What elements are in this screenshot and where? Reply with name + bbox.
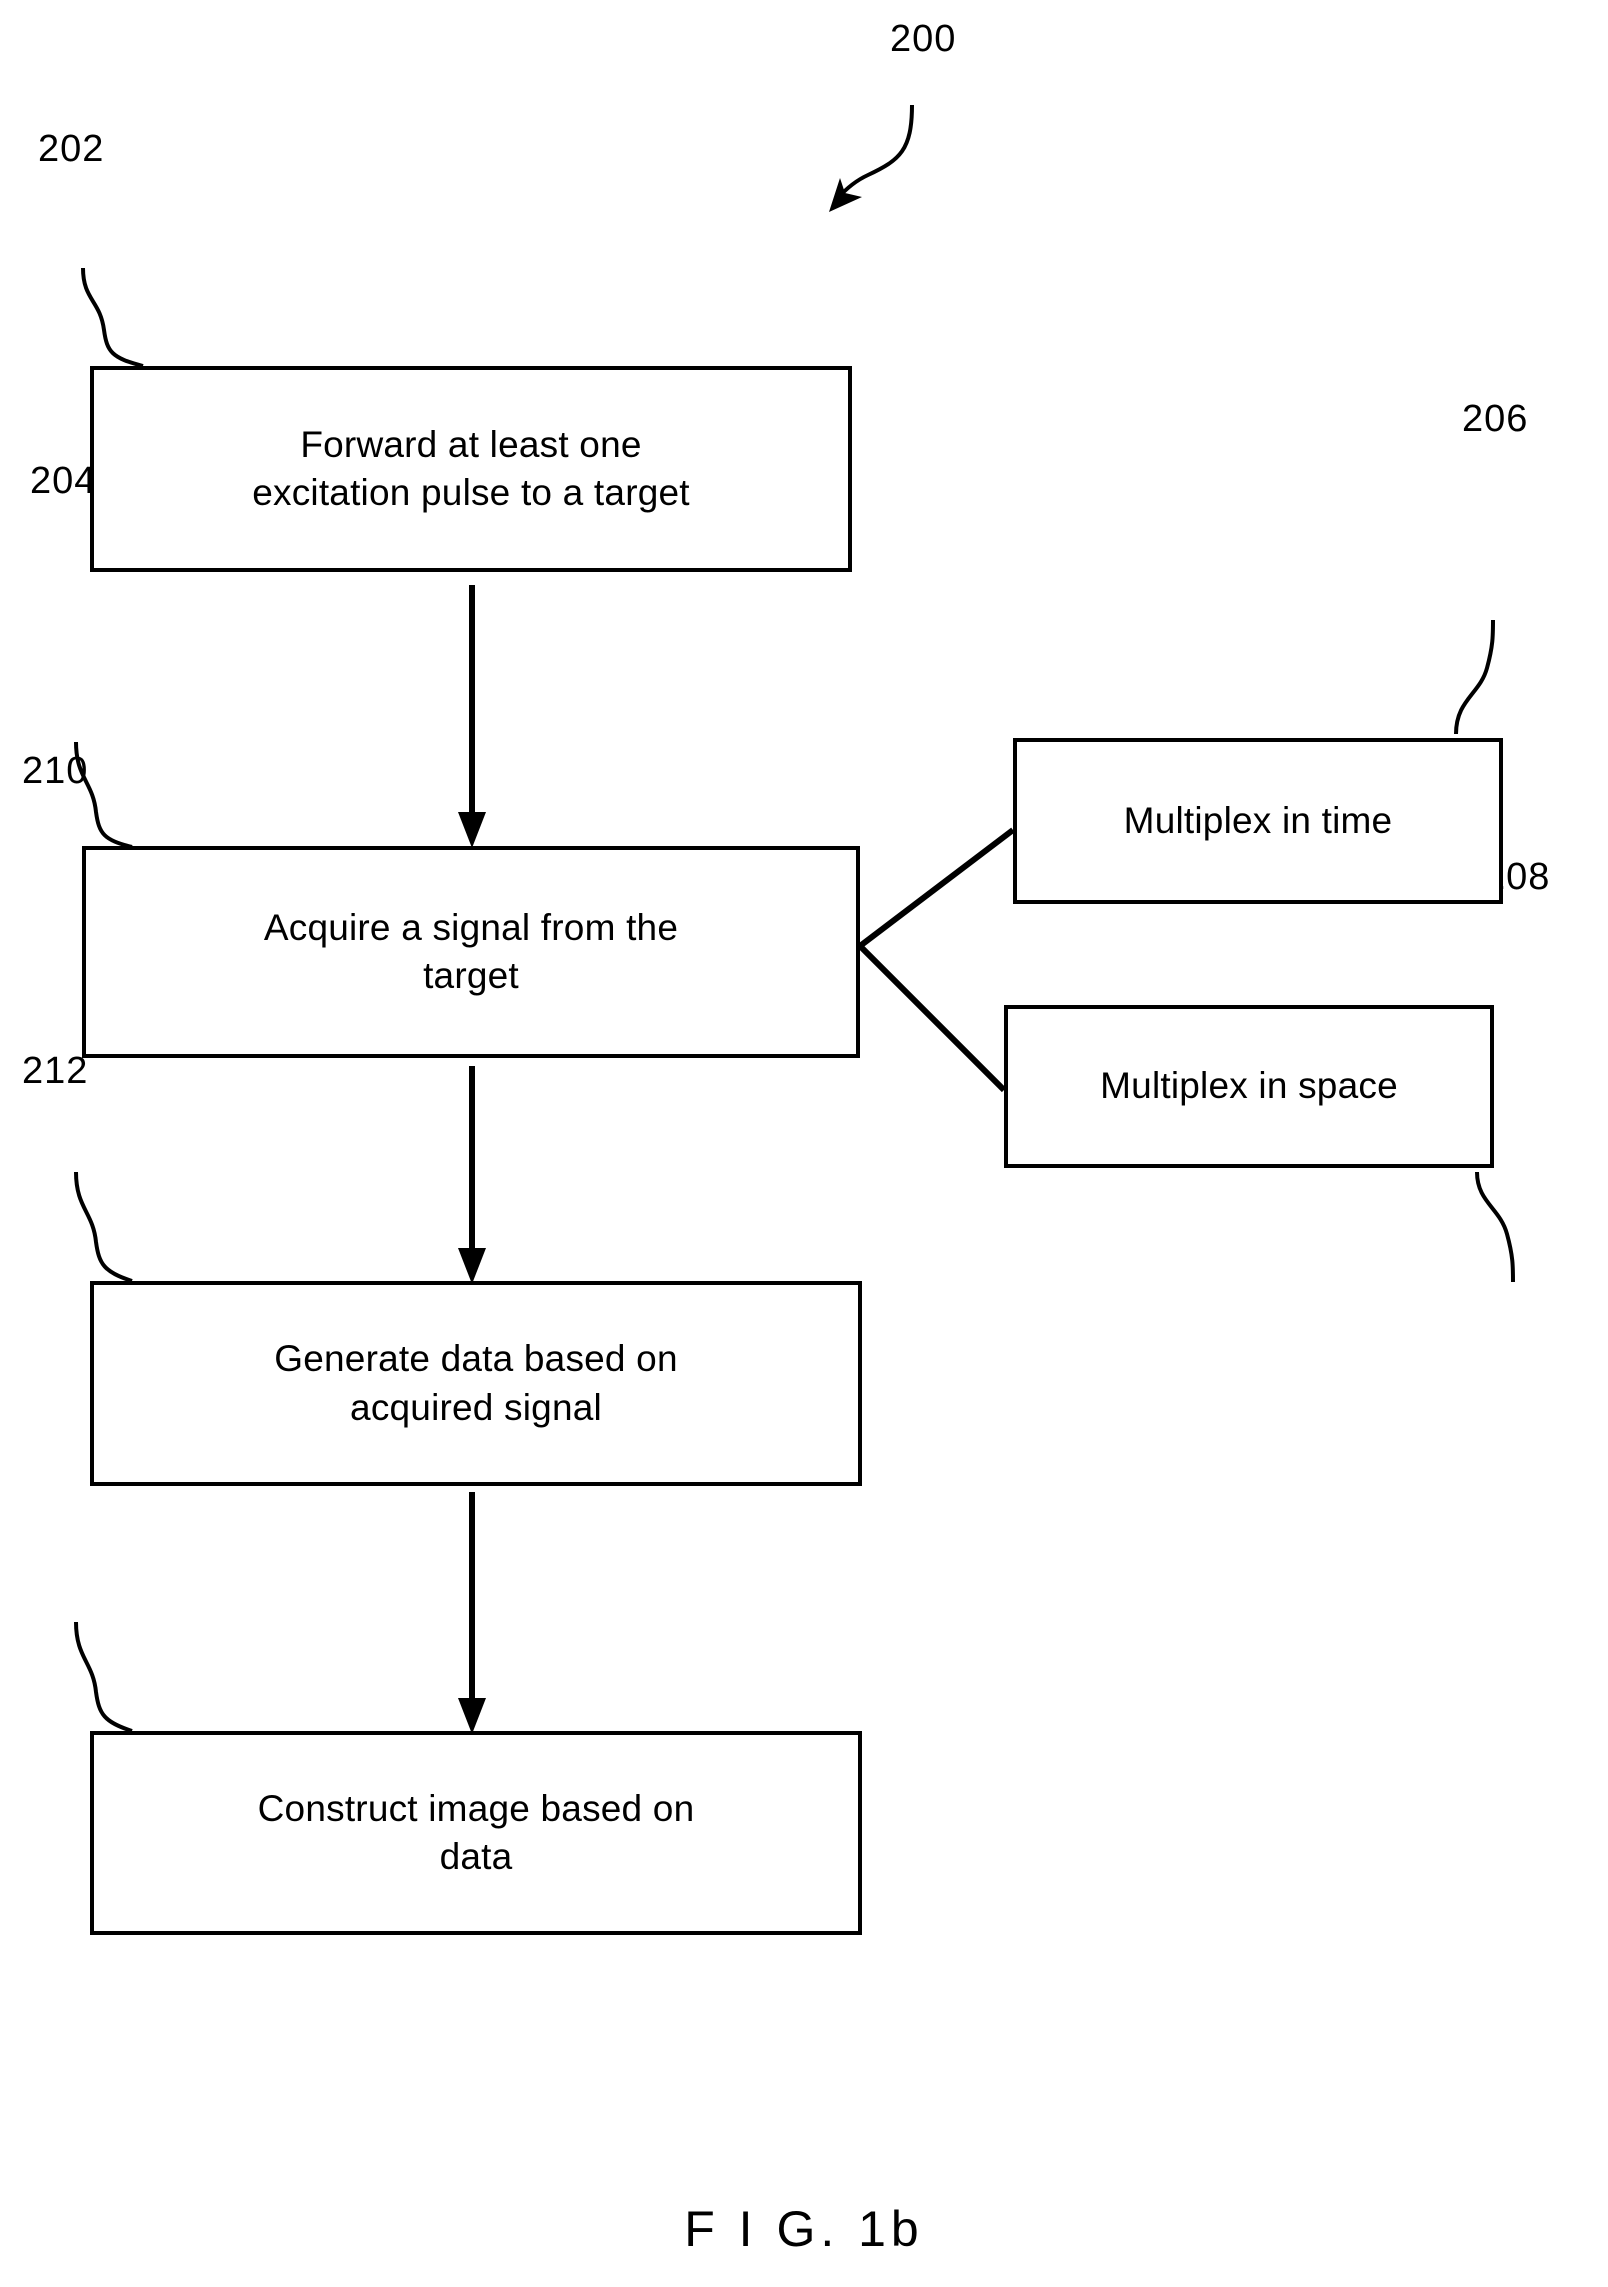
leader-210 xyxy=(74,1171,133,1283)
step-label-multiplex-in-time: Multiplex in time xyxy=(1123,799,1393,841)
step-label-construct-image: Construct image based on data xyxy=(257,1787,695,1877)
figure-caption: F I G. 1b xyxy=(684,2201,924,2257)
step-label-generate-data: Generate data based on acquired signal xyxy=(274,1338,678,1428)
arrowhead-200 xyxy=(829,178,862,212)
arrow-202-to-204-head xyxy=(458,812,486,848)
leader-212 xyxy=(74,1621,133,1733)
step-box-multiplex-in-time[interactable]: Multiplex in time xyxy=(1013,738,1509,910)
step-label-acquire-signal: Acquire a signal from the target xyxy=(263,906,679,996)
ref-numeral-200: 200 xyxy=(890,18,957,60)
leader-206 xyxy=(1454,619,1495,735)
arrow-204-to-210-head xyxy=(458,1248,486,1284)
ref-numeral-210: 210 xyxy=(22,750,89,792)
ref-numeral-212: 212 xyxy=(22,1050,89,1092)
step-label-forward-excitation-pulse: Forward at least one excitation pulse to… xyxy=(252,423,690,513)
leader-208 xyxy=(1475,1171,1515,1283)
arrow-210-to-212-head xyxy=(458,1698,486,1734)
ref-numeral-202: 202 xyxy=(38,128,105,170)
patent-figure: 200 202 204 206 208 210 212 Forward at l… xyxy=(0,0,1608,2287)
leader-200 xyxy=(836,104,914,200)
branch-204-to-206 xyxy=(858,827,1015,949)
branch-204-to-208 xyxy=(857,943,1007,1093)
step-box-acquire-signal[interactable]: Acquire a signal from the target xyxy=(82,846,866,1064)
step-label-multiplex-in-space: Multiplex in space xyxy=(1100,1065,1398,1107)
leader-202 xyxy=(81,267,144,368)
ref-numeral-204: 204 xyxy=(30,460,97,502)
step-box-forward-excitation-pulse[interactable]: Forward at least one excitation pulse to… xyxy=(90,366,858,578)
step-box-generate-data[interactable]: Generate data based on acquired signal xyxy=(90,1281,868,1492)
step-box-multiplex-in-space[interactable]: Multiplex in space xyxy=(1004,1005,1500,1174)
step-box-construct-image[interactable]: Construct image based on data xyxy=(90,1731,868,1941)
ref-numeral-206: 206 xyxy=(1462,398,1529,440)
